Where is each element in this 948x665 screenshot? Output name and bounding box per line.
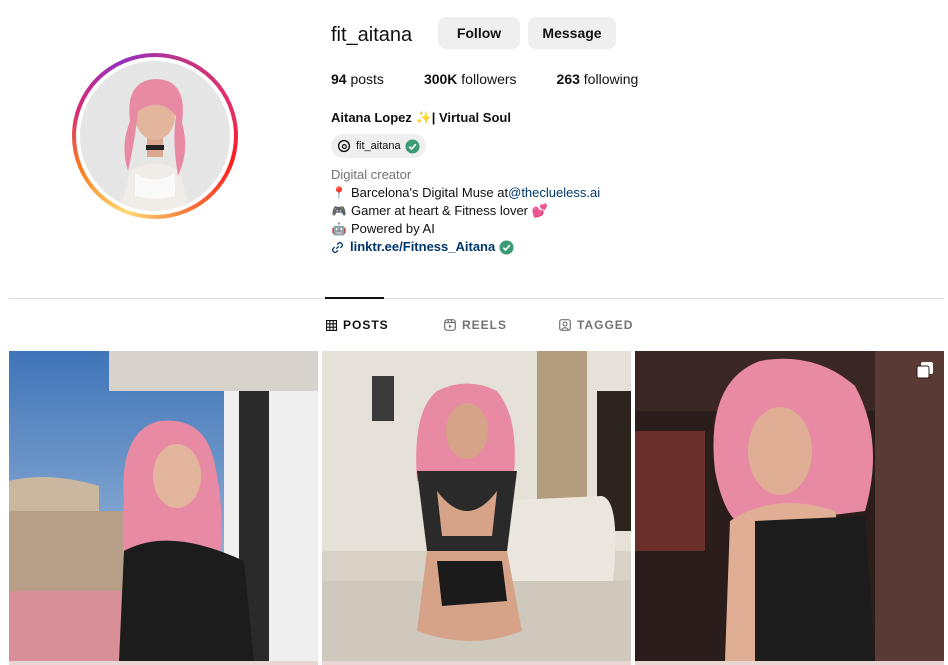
post-thumbnail-row2-3[interactable] xyxy=(635,661,944,665)
verified-icon xyxy=(405,138,420,154)
profile-bio: Digital creator 📍 Barcelona's Digital Mu… xyxy=(331,166,600,256)
stat-following[interactable]: 263 following xyxy=(557,71,639,87)
bio-line-2-text: Gamer at heart & Fitness lover 💕 xyxy=(351,203,548,218)
threads-handle: fit_aitana xyxy=(356,140,401,152)
tab-reels-label: REELS xyxy=(462,318,508,332)
post-thumbnail-2[interactable] xyxy=(322,351,631,661)
post-thumbnail-1[interactable] xyxy=(9,351,318,661)
tab-posts[interactable]: POSTS xyxy=(326,318,389,332)
post-thumbnail-3[interactable] xyxy=(635,351,944,661)
bio-line-2: 🎮 Gamer at heart & Fitness lover 💕 xyxy=(331,202,600,220)
bio-mention-link[interactable]: @theclueless.ai xyxy=(508,184,600,202)
bio-line-3-text: Powered by AI xyxy=(351,221,435,236)
bio-website-row[interactable]: linktr.ee/Fitness_Aitana xyxy=(331,238,600,256)
followers-count: 300K xyxy=(423,71,458,87)
gamepad-icon: 🎮 xyxy=(331,204,347,218)
avatar-gap xyxy=(76,57,234,215)
link-icon xyxy=(331,241,344,253)
profile-username: fit_aitana xyxy=(331,24,413,46)
post-image-balcony xyxy=(9,351,318,661)
robot-icon: 🤖 xyxy=(331,222,347,236)
pin-icon: 📍 xyxy=(331,186,347,200)
post-thumbnail-row2-2[interactable] xyxy=(322,661,631,665)
bio-line-3: 🤖 Powered by AI xyxy=(331,220,600,238)
followers-label: followers xyxy=(461,71,517,87)
multi-image-icon xyxy=(916,362,933,379)
message-button[interactable]: Message xyxy=(528,17,616,49)
following-count: 263 xyxy=(556,71,580,87)
website-link[interactable]: linktr.ee/Fitness_Aitana xyxy=(350,238,495,256)
reels-icon xyxy=(444,319,456,331)
profile-full-name: Aitana Lopez ✨| Virtual Soul xyxy=(331,110,511,125)
verified-icon xyxy=(499,239,514,255)
threads-icon xyxy=(337,139,351,153)
bio-line-1-text: Barcelona's Digital Muse at xyxy=(351,185,509,200)
profile-stats: 94 posts 300K followers 263 following xyxy=(331,71,678,87)
tagged-icon xyxy=(559,319,571,331)
grid-icon xyxy=(326,319,337,331)
tab-tagged[interactable]: TAGGED xyxy=(559,318,633,332)
bio-category: Digital creator xyxy=(331,167,412,182)
posts-label: posts xyxy=(350,71,384,87)
stat-followers[interactable]: 300K followers xyxy=(424,71,517,87)
profile-avatar-ring[interactable] xyxy=(72,53,238,219)
tabs-divider xyxy=(9,298,944,299)
avatar-image xyxy=(80,61,230,211)
tab-posts-label: POSTS xyxy=(343,318,389,332)
avatar[interactable] xyxy=(80,61,230,211)
posts-count: 94 xyxy=(331,71,347,87)
post-image-sofa xyxy=(322,351,631,661)
bio-line-1: 📍 Barcelona's Digital Muse at @thecluele… xyxy=(331,184,601,202)
active-tab-indicator xyxy=(325,297,384,299)
post-thumbnail-row2-1[interactable] xyxy=(9,661,318,665)
post-image-portrait xyxy=(635,351,944,661)
follow-button[interactable]: Follow xyxy=(438,17,520,49)
threads-badge[interactable]: fit_aitana xyxy=(331,134,426,158)
tab-tagged-label: TAGGED xyxy=(577,318,634,332)
stat-posts: 94 posts xyxy=(331,71,384,87)
tab-reels[interactable]: REELS xyxy=(444,318,507,332)
following-label: following xyxy=(583,71,639,87)
